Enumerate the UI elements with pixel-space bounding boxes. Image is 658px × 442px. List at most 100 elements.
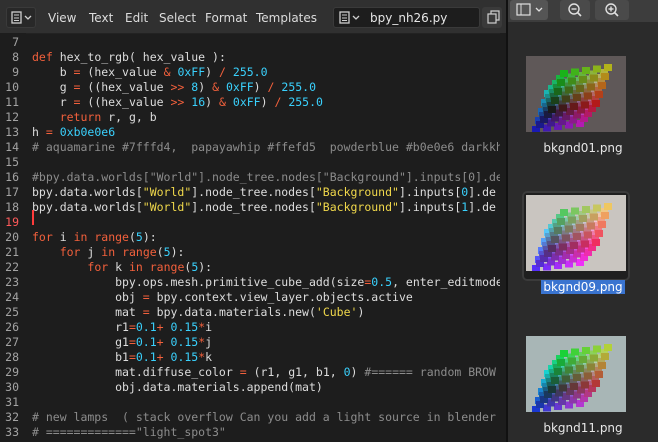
code-line[interactable]: r = ((hex_value >> 16) & 0xFF) / 255.0 [32, 95, 323, 110]
code-line[interactable]: g1=0.1+ 0.15*j [32, 335, 212, 350]
cube [554, 368, 562, 375]
line-number: 16 [5, 170, 19, 184]
code-line[interactable]: #bpy.data.worlds["World"].node_tree.node… [32, 170, 503, 185]
cube [584, 92, 592, 100]
cube [559, 384, 567, 392]
cube [565, 366, 573, 374]
cube [579, 356, 587, 363]
zoom-out-button[interactable] [560, 0, 590, 20]
menu-view[interactable]: View [48, 11, 76, 25]
line-number: 19 [5, 215, 19, 229]
code-line[interactable]: # aquamarine #7fffd4, papayawhip #ffefd5… [32, 140, 503, 155]
text-editor-icon [11, 11, 32, 24]
code-line[interactable]: bpy.data.worlds["World"].node_tree.nodes… [32, 200, 496, 215]
line-number: 14 [5, 140, 19, 154]
cube [601, 353, 609, 360]
text-file-icon [339, 11, 360, 24]
cube [604, 64, 612, 71]
line-number: 15 [5, 155, 19, 169]
thumbnail-bkgnd11[interactable] [522, 332, 630, 422]
cube [551, 236, 559, 243]
editor-type-button[interactable] [6, 7, 36, 28]
cube-grid-render [532, 344, 612, 412]
cube [565, 86, 573, 94]
text-editor[interactable]: View Text Edit Select Format Templates b… [0, 0, 506, 442]
code-line[interactable]: for i in range(5): [32, 230, 157, 245]
cube [570, 242, 578, 249]
cube [560, 350, 568, 357]
cube-grid-image [526, 336, 626, 412]
code-area[interactable]: def hex_to_rgb( hex_value ): b = (hex_va… [32, 33, 506, 442]
cube [570, 383, 578, 390]
file-browser[interactable]: bkgnd01.png bkgnd09.png bkgnd11.png [508, 0, 658, 442]
code-line[interactable]: b1=0.1+ 0.15*k [32, 350, 212, 365]
line-number: 7 [12, 35, 19, 49]
code-line[interactable]: r1=0.1+ 0.15*i [32, 320, 212, 335]
cube [548, 106, 556, 113]
menu-text[interactable]: Text [89, 11, 113, 25]
cube [562, 375, 570, 383]
cube [579, 215, 587, 222]
cube [593, 65, 601, 73]
cube [592, 239, 600, 246]
cube [584, 231, 592, 239]
line-number: 22 [5, 260, 19, 274]
code-line[interactable]: def hex_to_rgb( hex_value ): [32, 50, 226, 65]
line-number: 32 [5, 410, 19, 424]
browser-header [508, 0, 658, 22]
line-number: 10 [5, 80, 19, 94]
cube [595, 91, 603, 98]
code-line[interactable]: mat = bpy.data.materials.new('Cube') [32, 305, 364, 320]
code-line[interactable]: g = ((hex_value >> 8) & 0xFF) / 255.0 [32, 80, 316, 95]
thumbnail-bkgnd09[interactable] [522, 191, 630, 281]
cube [554, 88, 562, 95]
file-selector[interactable]: bpy_nh26.py [333, 7, 480, 28]
code-line[interactable]: bpy.ops.mesh.primitive_cube_add(size=0.5… [32, 275, 503, 290]
cube [557, 79, 565, 86]
text-cursor [32, 210, 34, 225]
code-line[interactable]: mat.diffuse_color = (r1, g1, b1, 0) #===… [32, 365, 496, 380]
file-label-bkgnd09[interactable]: bkgnd09.png [508, 280, 658, 294]
zoom-in-icon [605, 3, 619, 17]
zoom-out-icon [568, 3, 582, 17]
menu-templates[interactable]: Templates [256, 11, 317, 25]
code-line[interactable]: # new lamps ( stack overflow Can you add… [32, 410, 496, 425]
cube [571, 348, 579, 356]
code-line[interactable]: obj.data.materials.append(mat) [32, 380, 323, 395]
file-label-bkgnd01[interactable]: bkgnd01.png [508, 141, 658, 155]
menu-format[interactable]: Format [205, 11, 247, 25]
code-line[interactable]: for j in range(5): [32, 245, 185, 260]
code-line[interactable]: # ============="light_spot3" [32, 425, 226, 440]
file-label-bkgnd11[interactable]: bkgnd11.png [508, 421, 658, 435]
thumbnail-bkgnd01[interactable] [522, 52, 630, 142]
line-number: 25 [5, 305, 19, 319]
zoom-in-button[interactable] [595, 0, 629, 20]
duplicate-text-button[interactable] [482, 7, 502, 28]
cube [579, 76, 587, 83]
code-line[interactable]: b = (hex_value & 0xFF) / 255.0 [32, 65, 268, 80]
code-line[interactable]: for k in range(5): [32, 260, 212, 275]
cube [571, 68, 579, 76]
code-line[interactable]: bpy.data.worlds["World"].node_tree.nodes… [32, 185, 496, 200]
cube [604, 344, 612, 351]
code-line[interactable]: return r, g, b [32, 110, 157, 125]
cube [560, 209, 568, 216]
code-line[interactable]: obj = bpy.context.view_layer.objects.act… [32, 290, 413, 305]
browser-editor-type-button[interactable] [510, 0, 548, 20]
cube [568, 77, 576, 85]
cube [548, 245, 556, 252]
cube [595, 230, 603, 237]
cube [548, 386, 556, 393]
cube [592, 100, 600, 107]
cube [604, 203, 612, 210]
cube [601, 212, 609, 219]
line-number: 31 [5, 395, 19, 409]
line-number: 33 [5, 425, 19, 439]
cube [562, 95, 570, 103]
cube-grid-render [532, 64, 612, 132]
menu-select[interactable]: Select [159, 11, 196, 25]
code-line[interactable]: h = 0xb0e0e6 [32, 125, 115, 140]
cube [601, 73, 609, 80]
line-number: 12 [5, 110, 19, 124]
menu-edit[interactable]: Edit [125, 11, 148, 25]
